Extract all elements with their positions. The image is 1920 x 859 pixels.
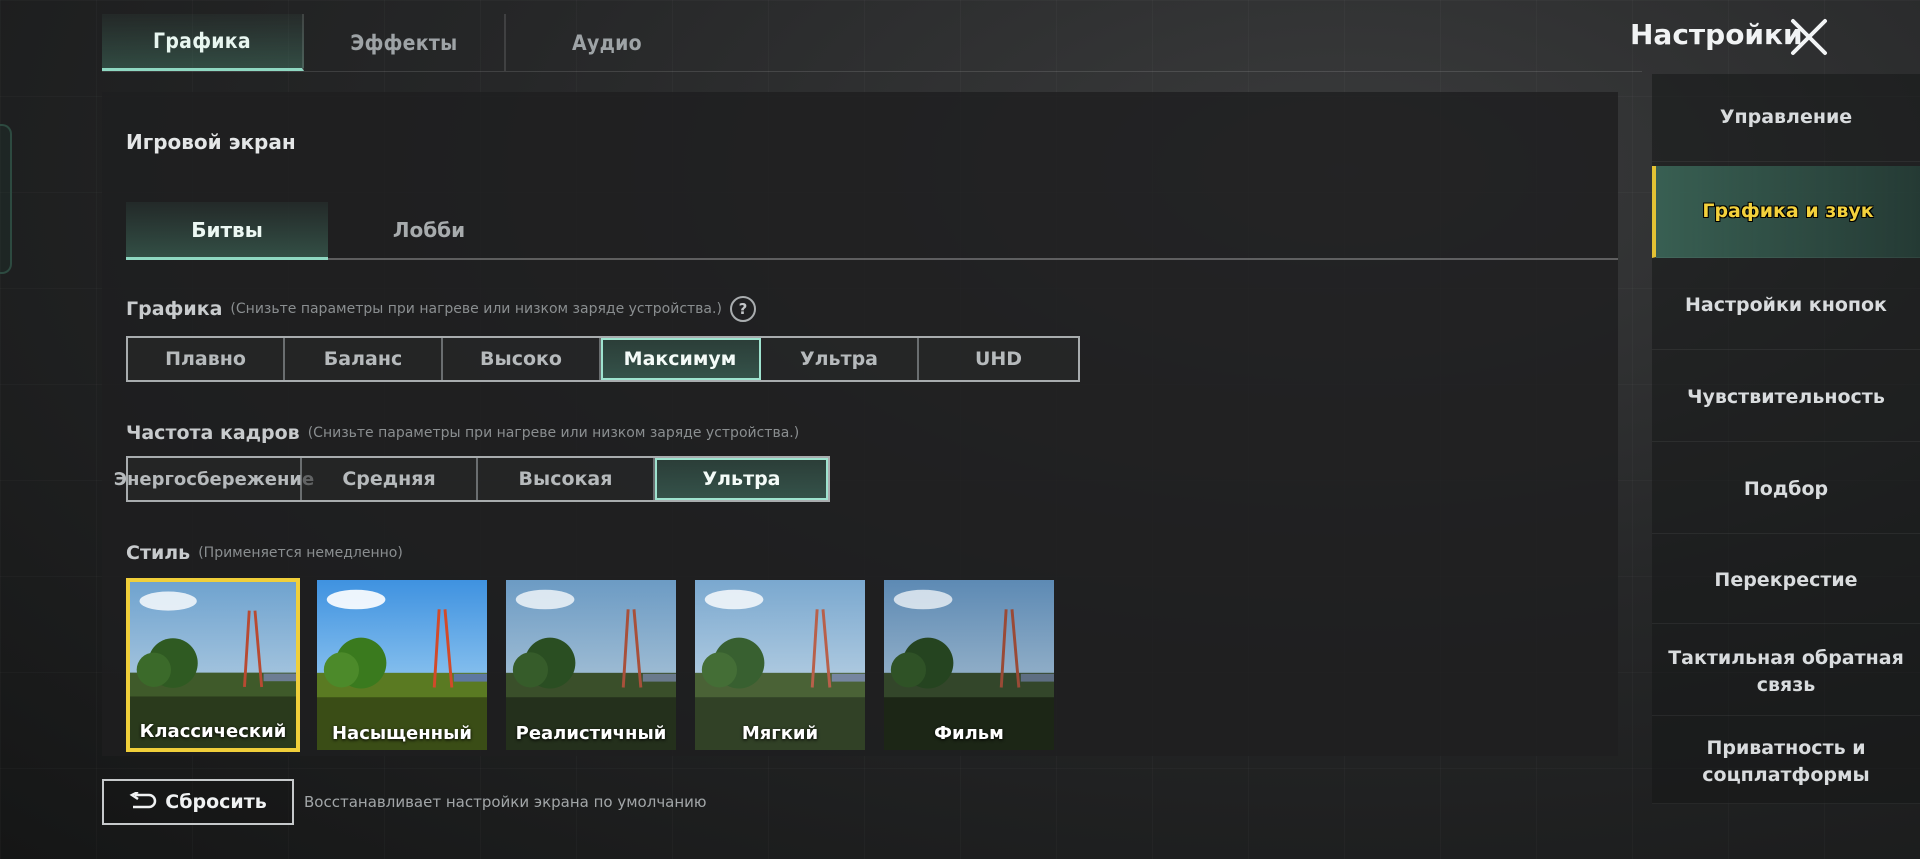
style-caption: Классический xyxy=(139,721,287,742)
graphics-option-max[interactable]: Максимум xyxy=(601,338,761,380)
fps-label: Частота кадров (Снизьте параметры при на… xyxy=(126,422,799,444)
settings-sidebar: Управление Графика и звук Настройки кноп… xyxy=(1652,74,1920,804)
graphics-option-high[interactable]: Высоко xyxy=(443,338,601,380)
fps-option-power-saving[interactable]: Энергосбережение xyxy=(114,458,314,500)
tab-audio[interactable]: Аудио xyxy=(506,14,708,71)
close-icon xyxy=(1791,19,1827,55)
sidebar-item-crosshair[interactable]: Перекрестие xyxy=(1652,538,1920,624)
graphics-option-ultra[interactable]: Ультра xyxy=(761,338,919,380)
graphics-quality-selector: Плавно Баланс Высоко Максимум Ультра UHD xyxy=(126,336,1080,382)
fps-option-medium[interactable]: Средняя xyxy=(302,458,478,500)
fps-hint: (Снизьте параметры при нагреве или низко… xyxy=(307,425,800,441)
sidebar-item-controls[interactable]: Управление xyxy=(1652,74,1920,162)
reset-button[interactable]: Сбросить xyxy=(102,779,294,825)
sidebar-item-button-settings[interactable]: Настройки кнопок xyxy=(1652,262,1920,350)
graphics-option-balanced[interactable]: Баланс xyxy=(285,338,443,380)
style-hint: (Применяется немедленно) xyxy=(198,545,403,561)
help-icon[interactable]: ? xyxy=(729,296,756,322)
graphics-label-text: Графика xyxy=(126,298,223,320)
subtab-lobby[interactable]: Лобби xyxy=(328,202,530,258)
reset-label: Сбросить xyxy=(165,791,267,813)
graphics-option-smooth[interactable]: Плавно xyxy=(128,338,285,380)
sub-tab-bar: Битвы Лобби xyxy=(126,202,1618,260)
style-label-text: Стиль xyxy=(126,542,191,564)
style-option-realistic[interactable]: Реалистичный xyxy=(504,578,678,752)
graphics-hint: (Снизьте параметры при нагреве или низко… xyxy=(230,301,722,317)
style-caption: Фильм xyxy=(934,723,1004,744)
page-title: Настройки xyxy=(1630,18,1803,51)
sidebar-item-graphics-sound[interactable]: Графика и звук xyxy=(1652,166,1920,258)
style-option-saturated[interactable]: Насыщенный xyxy=(315,578,489,752)
style-caption: Мягкий xyxy=(741,723,819,744)
style-caption: Насыщенный xyxy=(331,723,473,744)
reset-note: Восстанавливает настройки экрана по умол… xyxy=(304,793,707,811)
settings-panel: Игровой экран Битвы Лобби Графика (Снизь… xyxy=(102,92,1618,756)
style-option-soft[interactable]: Мягкий xyxy=(693,578,867,752)
fps-selector: Энергосбережение Средняя Высокая Ультра xyxy=(114,456,830,502)
left-edge-handle[interactable] xyxy=(0,124,12,274)
fps-option-high[interactable]: Высокая xyxy=(478,458,655,500)
style-options: Классический Насыщенный Реалистичный Мяг… xyxy=(126,578,1056,752)
graphics-option-uhd[interactable]: UHD xyxy=(919,338,1078,380)
sidebar-item-sensitivity[interactable]: Чувствительность xyxy=(1652,354,1920,442)
tab-graphics[interactable]: Графика xyxy=(102,14,304,71)
style-label: Стиль (Применяется немедленно) xyxy=(126,542,403,564)
close-button[interactable] xyxy=(1786,14,1832,60)
tab-effects[interactable]: Эффекты xyxy=(304,14,506,71)
style-option-classic[interactable]: Классический xyxy=(126,578,300,752)
section-title: Игровой экран xyxy=(126,130,296,154)
fps-option-ultra[interactable]: Ультра xyxy=(655,458,828,500)
sidebar-item-haptic-feedback[interactable]: Тактильная обратная связь xyxy=(1652,628,1920,716)
style-option-film[interactable]: Фильм xyxy=(882,578,1056,752)
top-tab-bar: Графика Эффекты Аудио xyxy=(102,14,1642,72)
subtab-battles[interactable]: Битвы xyxy=(126,202,328,260)
style-caption: Реалистичный xyxy=(515,723,667,744)
graphics-label: Графика (Снизьте параметры при нагреве и… xyxy=(126,296,756,322)
sidebar-item-privacy-social[interactable]: Приватность и соцплатформы xyxy=(1652,720,1920,804)
sidebar-item-matchmaking[interactable]: Подбор xyxy=(1652,446,1920,534)
undo-icon xyxy=(129,792,157,809)
fps-label-text: Частота кадров xyxy=(126,422,300,444)
